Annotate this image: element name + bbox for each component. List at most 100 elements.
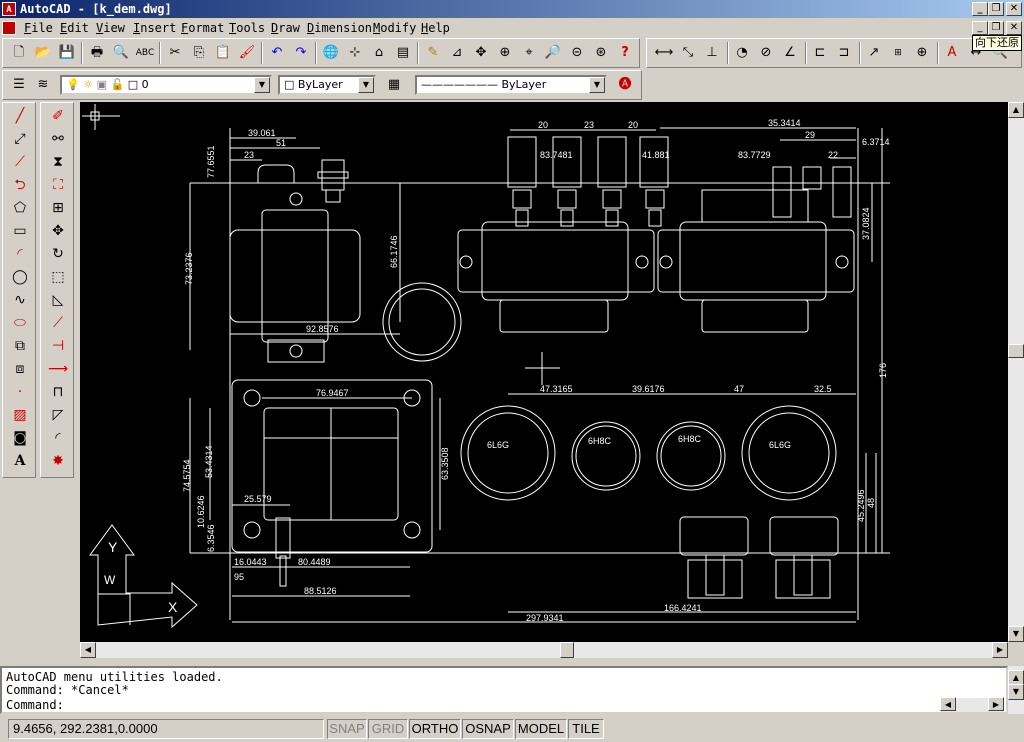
lengthen-icon[interactable]: ⟋ xyxy=(46,312,70,334)
tolerance-icon[interactable]: ⊞ xyxy=(887,42,909,64)
color-dropdown[interactable]: □ ByLayer ▼ xyxy=(278,75,376,95)
print-icon[interactable]: 🖶 xyxy=(86,42,108,64)
zoom-extents-icon[interactable]: ⊛ xyxy=(590,42,612,64)
spline-icon[interactable]: ∿ xyxy=(8,289,32,311)
angular-dimension-icon[interactable]: ∠ xyxy=(779,42,801,64)
copy-object-icon[interactable]: ⚯ xyxy=(46,128,70,150)
doc-minimize-button[interactable]: _ xyxy=(972,21,988,35)
snap-toolbar-icon[interactable]: ⊿ xyxy=(446,42,468,64)
circle-icon[interactable]: ◯ xyxy=(8,266,32,288)
cut-icon[interactable]: ✂ xyxy=(164,42,186,64)
hyperlink-icon[interactable]: 🌐 xyxy=(320,42,342,64)
baseline-dimension-icon[interactable]: ⊏ xyxy=(809,42,831,64)
tracking-icon[interactable]: ⊹ xyxy=(344,42,366,64)
line-icon[interactable]: ╱ xyxy=(8,105,32,127)
layers-icon[interactable]: ≋ xyxy=(32,74,54,96)
leader-icon[interactable]: ↗ xyxy=(863,42,885,64)
restore-button[interactable]: ❐ xyxy=(988,2,1004,16)
vertical-scroll-thumb[interactable] xyxy=(1008,344,1024,358)
region-icon[interactable]: ◙ xyxy=(8,427,32,449)
diameter-dimension-icon[interactable]: ⊘ xyxy=(755,42,777,64)
move-icon[interactable]: ✥ xyxy=(46,220,70,242)
ucs-icon[interactable]: ⌂ xyxy=(368,42,390,64)
redo-icon[interactable]: ↷ xyxy=(290,42,312,64)
new-icon[interactable]: 🗋 xyxy=(8,42,30,64)
save-icon[interactable]: 💾 xyxy=(56,42,78,64)
snap-toggle[interactable]: SNAP xyxy=(327,719,367,739)
linetype-manager-icon[interactable]: ▦ xyxy=(383,74,405,96)
print-preview-icon[interactable]: 🔍 xyxy=(110,42,132,64)
fillet-icon[interactable]: ◜ xyxy=(46,427,70,449)
insert-block-icon[interactable]: ⧉ xyxy=(8,335,32,357)
polygon-icon[interactable]: ⬠ xyxy=(8,197,32,219)
scale-icon[interactable]: ⬚ xyxy=(46,266,70,288)
menu-edit[interactable]: Edit xyxy=(60,21,89,35)
center-mark-icon[interactable]: ⊕ xyxy=(911,42,933,64)
ordinate-dimension-icon[interactable]: ⊥ xyxy=(701,42,723,64)
doc-restore-button[interactable]: ❐ xyxy=(988,21,1004,35)
tile-toggle[interactable]: TILE xyxy=(568,719,604,739)
zoom-previous-icon[interactable]: ⊝ xyxy=(566,42,588,64)
paste-icon[interactable]: 📋 xyxy=(212,42,234,64)
multiline-text-icon[interactable]: A xyxy=(8,450,32,472)
multiline-icon[interactable]: ⮌ xyxy=(8,174,32,196)
model-toggle[interactable]: MODEL xyxy=(515,719,567,739)
chevron-down-icon[interactable]: ▼ xyxy=(254,77,270,93)
drawing-canvas[interactable]: 39.061 51 23 77.6551 20 23 20 35.3414 83… xyxy=(80,102,1008,642)
point-icon[interactable]: · xyxy=(8,381,32,403)
linetype-dropdown[interactable]: ——————— ByLayer ▼ xyxy=(415,75,607,95)
vertical-scrollbar[interactable]: ▲ ▼ xyxy=(1008,102,1024,642)
command-prompt[interactable]: Command: xyxy=(6,698,64,712)
explode-icon[interactable]: ✸ xyxy=(46,450,70,472)
pan-realtime-icon[interactable]: ✥ xyxy=(470,42,492,64)
grid-toggle[interactable]: GRID xyxy=(368,719,408,739)
horizontal-scroll-thumb[interactable] xyxy=(560,642,574,658)
linear-dimension-icon[interactable]: ⟷ xyxy=(653,42,675,64)
menu-tools[interactable]: Tools xyxy=(229,21,265,35)
aligned-dimension-icon[interactable]: ⤡ xyxy=(677,42,699,64)
osnap-toggle[interactable]: OSNAP xyxy=(462,719,514,739)
aerial-view-icon[interactable]: ⌖ xyxy=(518,42,540,64)
scroll-down-icon[interactable]: ▼ xyxy=(1008,684,1024,700)
layer-dropdown[interactable]: 💡 ☼ ▣ 🔓 □ 0 ▼ xyxy=(60,75,272,95)
scroll-up-icon[interactable]: ▲ xyxy=(1008,102,1024,118)
chamfer-icon[interactable]: ◸ xyxy=(46,404,70,426)
radius-dimension-icon[interactable]: ◔ xyxy=(731,42,753,64)
command-window[interactable]: AutoCAD menu utilities loaded. Command: … xyxy=(0,666,1008,714)
match-properties-icon[interactable]: 🖌 xyxy=(236,42,258,64)
polyline-icon[interactable]: ⟋ xyxy=(8,151,32,173)
chevron-down-icon[interactable]: ▼ xyxy=(589,77,605,93)
menu-format[interactable]: Format xyxy=(181,21,224,35)
coordinate-display[interactable]: 9.4656, 292.2381,0.0000 xyxy=(8,719,324,739)
continue-dimension-icon[interactable]: ⊐ xyxy=(833,42,855,64)
menu-insert[interactable]: Insert xyxy=(133,21,176,35)
doc-close-button[interactable]: ✕ xyxy=(1006,21,1022,35)
trim-icon[interactable]: ⊣ xyxy=(46,335,70,357)
hatch-icon[interactable]: ▨ xyxy=(8,404,32,426)
inquiry-icon[interactable]: ▤ xyxy=(392,42,414,64)
help-icon[interactable]: ? xyxy=(614,42,636,64)
menu-view[interactable]: View xyxy=(96,21,125,35)
close-button[interactable]: ✕ xyxy=(1006,2,1022,16)
properties-icon[interactable]: 🅐 xyxy=(614,74,636,96)
copy-icon[interactable]: ⎘ xyxy=(188,42,210,64)
scroll-right-icon[interactable]: ▶ xyxy=(992,642,1008,658)
horizontal-scrollbar[interactable]: ◀ ▶ xyxy=(80,642,1008,658)
scroll-down-icon[interactable]: ▼ xyxy=(1008,626,1024,642)
spelling-icon[interactable]: ABC xyxy=(134,42,156,64)
minimize-button[interactable]: _ xyxy=(972,2,988,16)
zoom-realtime-icon[interactable]: ⊕ xyxy=(494,42,516,64)
stretch-icon[interactable]: ◺ xyxy=(46,289,70,311)
scroll-right-icon[interactable]: ▶ xyxy=(988,697,1004,711)
make-block-icon[interactable]: ⧈ xyxy=(8,358,32,380)
menu-modify[interactable]: Modify xyxy=(373,21,416,35)
array-icon[interactable]: ⊞ xyxy=(46,197,70,219)
scroll-left-icon[interactable]: ◀ xyxy=(80,642,96,658)
ellipse-icon[interactable]: ⬭ xyxy=(8,312,32,334)
redraw-icon[interactable]: ✎ xyxy=(422,42,444,64)
make-object-layer-current-icon[interactable]: ☰ xyxy=(8,74,30,96)
document-icon[interactable] xyxy=(2,21,16,35)
open-icon[interactable]: 📂 xyxy=(32,42,54,64)
command-scrollbar[interactable]: ▲ ▼ xyxy=(1008,666,1024,714)
autocad-app-icon[interactable]: A xyxy=(2,2,16,16)
